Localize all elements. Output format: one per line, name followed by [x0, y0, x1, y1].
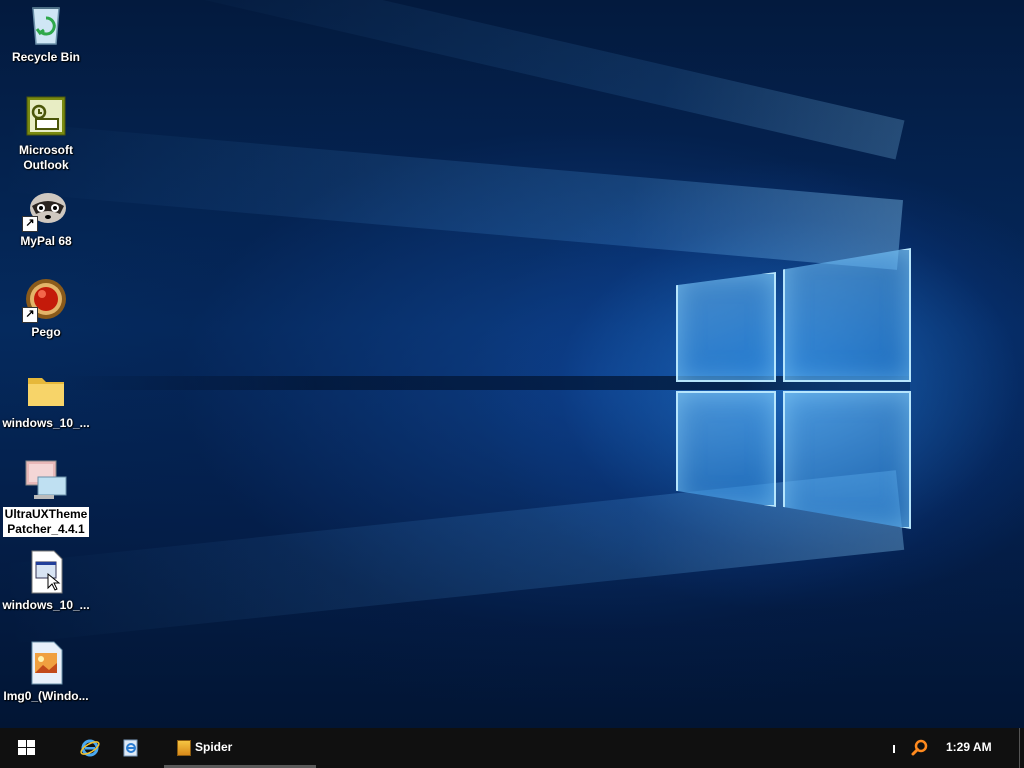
desktop-icon-msstyles[interactable]: windows_10_... — [0, 550, 92, 614]
document-e-icon — [123, 739, 138, 757]
icon-label: Pego — [31, 325, 61, 339]
spider-solitaire-icon — [177, 740, 191, 756]
show-desktop-button[interactable] — [1019, 728, 1024, 768]
quick-launch-internet-explorer[interactable] — [80, 738, 100, 758]
computer-monitor-icon — [24, 459, 68, 503]
icon-label: UltraUXTheme Patcher_4.4.1 — [2, 507, 90, 537]
desktop-icon-img0[interactable]: Img0_(Windo... — [0, 641, 92, 705]
icon-label: Microsoft Outlook — [19, 143, 73, 172]
tray-search-button[interactable] — [910, 738, 930, 758]
image-file-icon — [24, 641, 68, 685]
clock[interactable]: 1:29 AM — [946, 740, 992, 754]
logo-pane — [676, 272, 776, 382]
taskbar: Spider 1:29 AM — [0, 728, 1024, 768]
light-beam — [116, 0, 905, 160]
windows-logo-icon — [18, 740, 35, 756]
taskbar-button-spider[interactable]: Spider — [164, 728, 316, 768]
logo-pane — [783, 391, 911, 529]
icon-label: Img0_(Windo... — [3, 689, 89, 703]
folder-icon — [24, 368, 68, 412]
desktop-icon-folder[interactable]: windows_10_... — [0, 368, 92, 432]
mypal-raccoon-icon: ↗ — [22, 186, 68, 232]
taskbar-button-label: Spider — [195, 740, 233, 754]
desktop-icon-outlook[interactable]: Microsoft Outlook — [0, 95, 92, 174]
icon-label: windows_10_... — [2, 598, 90, 612]
desktop-icon-mypal[interactable]: ↗ MyPal 68 — [0, 186, 92, 250]
desktop-icon-ultrauxtheme[interactable]: UltraUXTheme Patcher_4.4.1 — [0, 459, 92, 538]
desktop-icon-recycle-bin[interactable]: Recycle Bin — [0, 2, 92, 66]
pego-red-ball-icon: ↗ — [22, 277, 68, 323]
shortcut-arrow-icon: ↗ — [22, 216, 38, 232]
tray-indicator[interactable] — [893, 745, 895, 753]
icon-label: MyPal 68 — [20, 234, 72, 248]
desktop-icon-pego[interactable]: ↗ Pego — [0, 277, 92, 341]
logo-pane — [783, 248, 911, 382]
msstyles-file-icon — [24, 550, 68, 594]
icon-label: Recycle Bin — [11, 50, 81, 64]
internet-explorer-icon — [80, 739, 100, 757]
icon-label: windows_10_... — [2, 416, 90, 430]
recycle-bin-icon — [24, 2, 68, 46]
logo-pane — [676, 391, 776, 507]
desktop-wallpaper — [0, 0, 1024, 728]
light-gap — [60, 376, 910, 390]
search-magnifier-icon — [911, 739, 928, 756]
quick-launch-document[interactable] — [121, 738, 141, 758]
light-beam — [0, 121, 904, 270]
outlook-icon — [24, 95, 68, 139]
start-button[interactable] — [0, 728, 54, 768]
shortcut-arrow-icon: ↗ — [22, 307, 38, 323]
